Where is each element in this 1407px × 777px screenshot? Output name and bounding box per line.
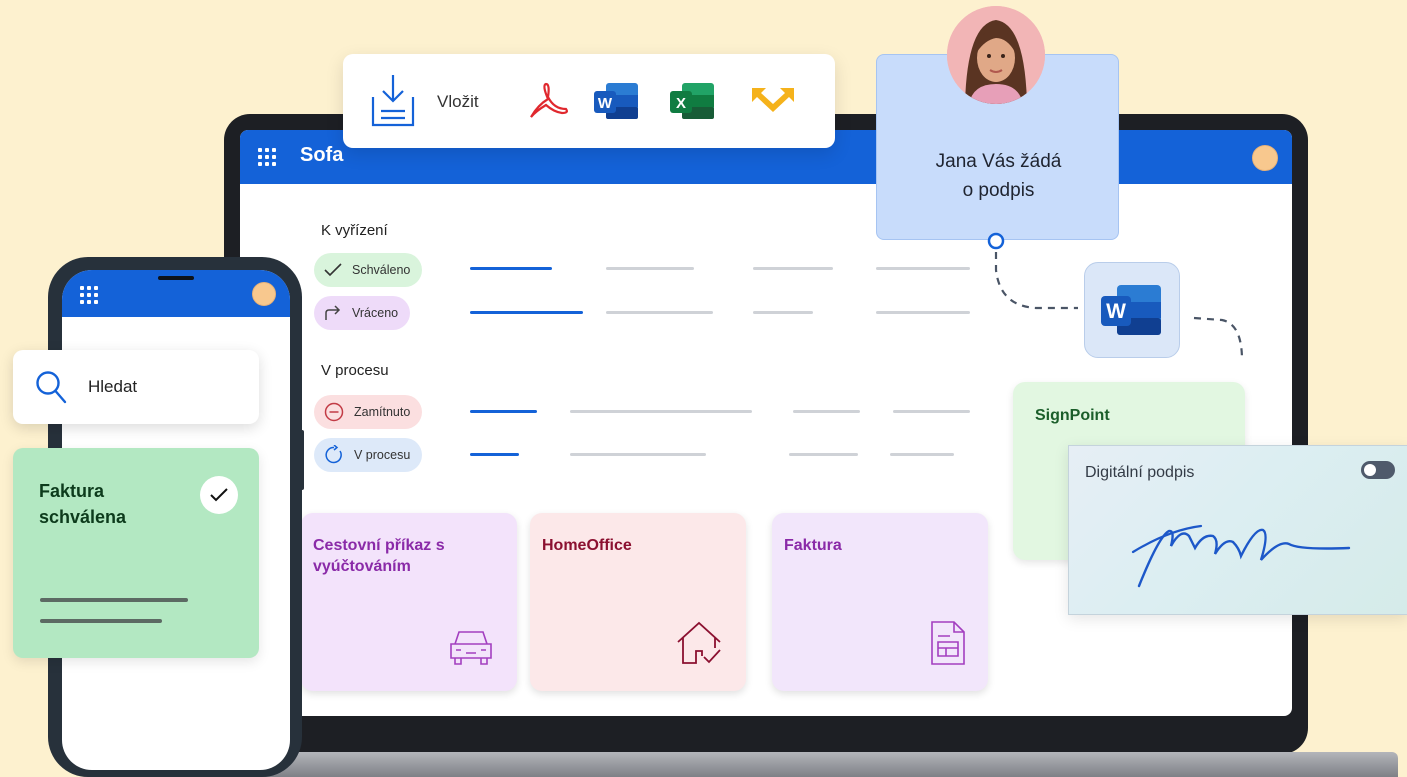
placeholder-line bbox=[890, 453, 954, 456]
signature-request-text: Jana Vás žádá o podpis bbox=[877, 147, 1120, 205]
status-pill-returned[interactable]: Vráceno bbox=[314, 296, 411, 330]
user-avatar[interactable] bbox=[1252, 145, 1278, 171]
insert-toolbar: Vložit W X bbox=[343, 54, 835, 148]
placeholder-line bbox=[876, 311, 970, 314]
digital-signature-panel: Digitální podpis bbox=[1068, 445, 1407, 615]
word-icon[interactable]: W bbox=[592, 81, 640, 126]
search-icon bbox=[35, 370, 67, 409]
car-icon bbox=[447, 626, 495, 671]
card-title: Faktura bbox=[784, 537, 842, 554]
status-pill-rejected[interactable]: Zamítnuto bbox=[314, 395, 423, 429]
placeholder-line bbox=[606, 267, 694, 270]
placeholder-line bbox=[753, 311, 813, 314]
svg-text:W: W bbox=[1106, 300, 1126, 323]
invoice-approved-card[interactable]: Faktura schválena bbox=[13, 448, 259, 658]
card-title: HomeOffice bbox=[542, 537, 632, 554]
search-field[interactable]: Hledat bbox=[13, 350, 259, 424]
placeholder-line bbox=[470, 267, 552, 270]
status-pill-label: Zamítnuto bbox=[354, 405, 411, 419]
refresh-icon bbox=[324, 445, 344, 465]
arrows-icon[interactable] bbox=[750, 86, 796, 121]
check-icon bbox=[200, 476, 238, 514]
placeholder-line bbox=[893, 410, 970, 413]
signpoint-title: SignPoint bbox=[1035, 407, 1110, 424]
card-invoice[interactable]: Faktura bbox=[772, 513, 988, 691]
download-tray-icon[interactable] bbox=[369, 73, 417, 134]
placeholder-line bbox=[876, 267, 970, 270]
placeholder-line bbox=[570, 453, 706, 456]
pdf-acrobat-icon[interactable] bbox=[528, 81, 570, 126]
digital-signature-title: Digitální podpis bbox=[1085, 464, 1195, 481]
card-title: Cestovní příkaz s vyúčtováním bbox=[313, 537, 445, 575]
placeholder-line bbox=[40, 598, 188, 602]
svg-text:X: X bbox=[676, 95, 686, 112]
app-launcher-icon[interactable] bbox=[80, 286, 98, 304]
user-avatar[interactable] bbox=[252, 282, 276, 306]
status-pill-approved[interactable]: Schváleno bbox=[314, 253, 423, 287]
invoice-icon bbox=[930, 620, 966, 671]
request-line-1: Jana Vás žádá bbox=[935, 151, 1062, 172]
card-travel-order[interactable]: Cestovní příkaz s vyúčtováním bbox=[301, 513, 517, 691]
mobile-app-header bbox=[62, 270, 290, 317]
handwritten-signature bbox=[1131, 524, 1351, 588]
insert-label: Vložit bbox=[437, 92, 479, 111]
placeholder-line bbox=[570, 410, 752, 413]
status-pill-label: V procesu bbox=[354, 448, 411, 462]
placeholder-line bbox=[40, 619, 162, 623]
status-pill-label: Schváleno bbox=[352, 263, 411, 277]
card-homeoffice[interactable]: HomeOffice bbox=[530, 513, 746, 691]
placeholder-line bbox=[789, 453, 858, 456]
placeholder-line bbox=[470, 453, 519, 456]
placeholder-line bbox=[470, 311, 583, 314]
phone-side-button bbox=[300, 430, 304, 490]
laptop-base bbox=[150, 752, 1398, 777]
invoice-line-2: schválena bbox=[39, 507, 127, 527]
search-placeholder: Hledat bbox=[88, 377, 138, 396]
check-icon bbox=[324, 263, 342, 277]
digital-signature-toggle[interactable] bbox=[1361, 461, 1395, 479]
placeholder-line bbox=[753, 267, 833, 270]
placeholder-line bbox=[606, 311, 713, 314]
word-document-tile[interactable]: W bbox=[1084, 262, 1180, 358]
invoice-line-1: Faktura bbox=[39, 481, 105, 501]
invoice-status-text: Faktura schválena bbox=[39, 478, 199, 530]
minus-circle-icon bbox=[324, 402, 344, 422]
excel-icon[interactable]: X bbox=[668, 81, 716, 126]
app-title: Sofa bbox=[300, 144, 344, 166]
app-launcher-icon[interactable] bbox=[258, 148, 276, 166]
section-label-pending: K vyřízení bbox=[321, 222, 388, 239]
return-arrow-icon bbox=[324, 305, 342, 321]
requester-avatar bbox=[947, 6, 1045, 104]
placeholder-line bbox=[470, 410, 537, 413]
svg-text:W: W bbox=[598, 95, 613, 112]
phone-notch bbox=[158, 276, 194, 280]
request-line-2: o podpis bbox=[962, 180, 1035, 201]
placeholder-line bbox=[793, 410, 860, 413]
status-pill-label: Vráceno bbox=[352, 306, 399, 320]
house-check-icon bbox=[674, 620, 724, 671]
section-label-in-process: V procesu bbox=[321, 362, 389, 379]
status-pill-in-process[interactable]: V procesu bbox=[314, 438, 423, 472]
word-icon: W bbox=[1099, 283, 1163, 342]
